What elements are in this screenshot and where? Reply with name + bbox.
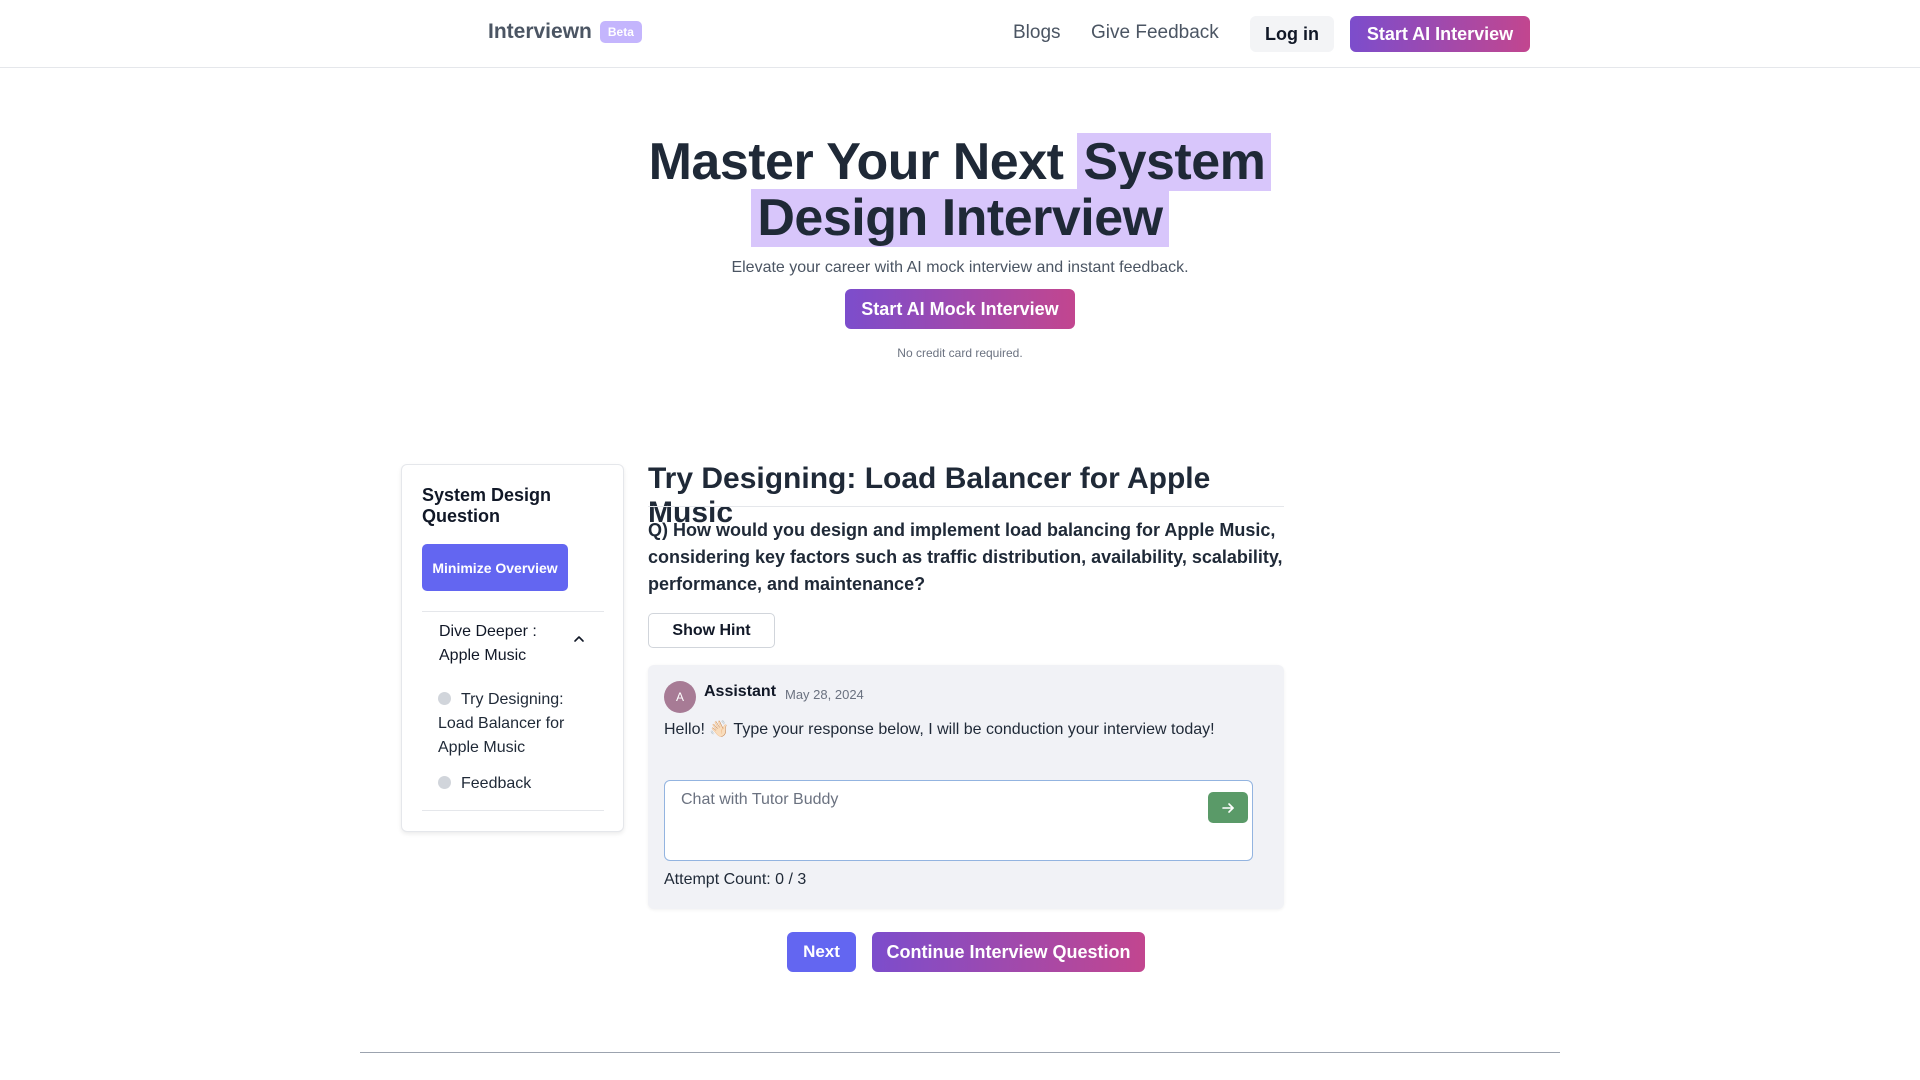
message-timestamp: May 28, 2024 <box>785 687 864 702</box>
start-ai-interview-button[interactable]: Start AI Interview <box>1350 16 1530 52</box>
chat-input[interactable] <box>664 780 1253 861</box>
brand[interactable]: Interviewn Beta <box>488 20 642 44</box>
footer-divider <box>360 1052 1560 1053</box>
sidebar-item-label: Try Designing: Load Balancer for Apple M… <box>438 691 565 756</box>
nav-link-give-feedback[interactable]: Give Feedback <box>1091 22 1219 44</box>
hero-title-highlight: System <box>1077 133 1272 191</box>
show-hint-button[interactable]: Show Hint <box>648 613 775 648</box>
nav-link-blogs[interactable]: Blogs <box>1013 22 1061 44</box>
avatar: A <box>664 681 696 713</box>
accordion-label: Dive Deeper : Apple Music <box>439 623 537 664</box>
status-dot-icon <box>438 692 451 705</box>
divider <box>648 506 1284 507</box>
start-ai-mock-interview-button[interactable]: Start AI Mock Interview <box>845 289 1075 329</box>
hero-title-highlight: Design Interview <box>751 189 1169 247</box>
no-credit-card-note: No credit card required. <box>897 346 1023 360</box>
arrow-right-icon <box>1222 802 1234 813</box>
sidebar-title: System Design Question <box>422 485 552 526</box>
sidebar-item-label: Feedback <box>461 775 532 792</box>
chat-panel: A Assistant May 28, 2024 Hello! 👋🏻 Type … <box>648 665 1284 909</box>
login-button[interactable]: Log in <box>1250 16 1334 52</box>
question-overview-sidebar: System Design Question Minimize Overview… <box>401 464 624 832</box>
chevron-up-icon <box>574 636 584 642</box>
beta-badge: Beta <box>599 21 642 43</box>
hero-title: Master Your Next System Design Interview <box>560 133 1360 247</box>
next-button[interactable]: Next <box>787 932 856 972</box>
sidebar-item-feedback[interactable]: Feedback <box>438 772 598 796</box>
top-navbar: Interviewn Beta Blogs Give Feedback Log … <box>0 0 1920 68</box>
accordion-dive-deeper[interactable]: Dive Deeper : Apple Music <box>422 612 604 668</box>
brand-name[interactable]: Interviewn <box>488 20 592 44</box>
hero-subtitle: Elevate your career with AI mock intervi… <box>731 259 1189 276</box>
send-button[interactable] <box>1208 792 1248 823</box>
hero-title-plain: Master Your Next <box>648 133 1078 191</box>
status-dot-icon <box>438 776 451 789</box>
minimize-overview-button[interactable]: Minimize Overview <box>422 544 568 591</box>
continue-interview-question-button[interactable]: Continue Interview Question <box>872 932 1145 972</box>
sidebar-item-load-balancer[interactable]: Try Designing: Load Balancer for Apple M… <box>438 688 598 760</box>
attempt-count: Attempt Count: 0 / 3 <box>664 871 807 888</box>
question-text: Q) How would you design and implement lo… <box>648 520 1283 594</box>
message-sender: Assistant <box>704 683 777 700</box>
message-text: Hello! 👋🏻 Type your response below, I wi… <box>664 721 1215 738</box>
divider <box>422 810 604 811</box>
